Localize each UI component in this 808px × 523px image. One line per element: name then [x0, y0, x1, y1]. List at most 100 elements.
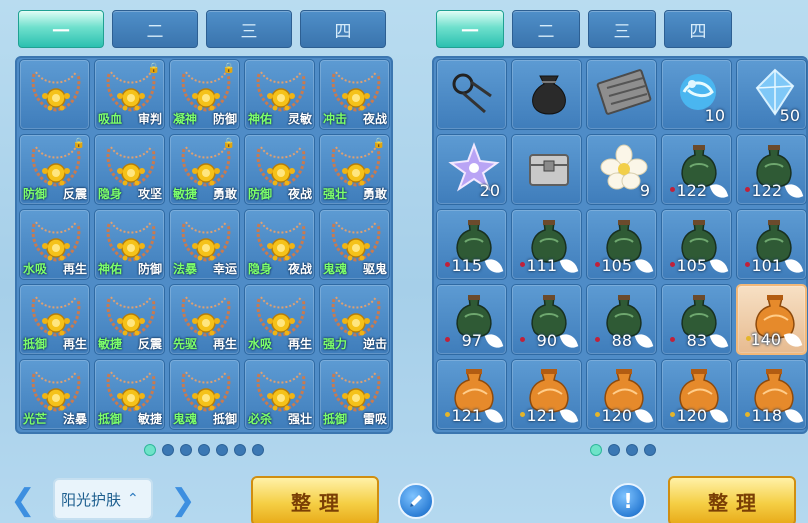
pencil-icon[interactable] [398, 483, 434, 519]
equipment-attr-primary: 强力 [323, 337, 348, 351]
item-quantity: 50 [779, 106, 800, 125]
equipment-slot[interactable]: 隐身 夜战 [244, 209, 315, 280]
right-page-dot[interactable] [608, 444, 620, 456]
equipment-slot[interactable]: 鬼魂 驱鬼 [319, 209, 390, 280]
sort-button-right[interactable]: 整理 [668, 476, 796, 523]
equipment-attributes: 抵御 敏捷 [98, 412, 162, 426]
equipment-attr-secondary: 雷吸 [362, 412, 387, 426]
equipment-slot[interactable]: 先驱 再生 [169, 284, 240, 355]
necklace-icon [181, 296, 231, 337]
equipment-attr-secondary: 再生 [212, 337, 237, 351]
equipment-slot[interactable]: 🔒 吸血 审判 [94, 59, 165, 130]
left-page-dot[interactable] [180, 444, 192, 456]
item-slot[interactable]: 105 [586, 209, 657, 280]
equipment-slot[interactable]: 抵御 再生 [19, 284, 90, 355]
left-tab-1[interactable]: 一 [18, 10, 104, 48]
right-tab-2[interactable]: 二 [512, 10, 580, 48]
equipment-slot[interactable]: 🔒 敏捷 勇敢 [169, 134, 240, 205]
right-tab-1[interactable]: 一 [436, 10, 504, 48]
left-tab-3[interactable]: 三 [206, 10, 292, 48]
skin-next-arrow-icon[interactable]: ❯ [168, 484, 198, 518]
item-slot[interactable] [511, 134, 582, 205]
exclamation-icon[interactable]: ! [610, 483, 646, 519]
item-slot[interactable]: 97 [436, 284, 507, 355]
right-page-dot[interactable] [644, 444, 656, 456]
equipment-slot[interactable]: 水吸 再生 [19, 209, 90, 280]
item-slot[interactable]: 101 [736, 209, 807, 280]
equipment-slot[interactable]: 抵御 敏捷 [94, 359, 165, 430]
right-tab-3[interactable]: 三 [588, 10, 656, 48]
right-tab-bar: 一 二 三 四 [436, 10, 732, 48]
item-slot[interactable]: 50 [736, 59, 807, 130]
item-slot[interactable] [586, 59, 657, 130]
equipment-slot[interactable]: 🔒 防御 反震 [19, 134, 90, 205]
sort-button-left[interactable]: 整理 [251, 476, 379, 523]
equipment-attributes: 防御 反震 [23, 187, 87, 201]
equipment-slot[interactable]: 必杀 强壮 [244, 359, 315, 430]
equipment-attr-secondary: 夜战 [362, 112, 387, 126]
equipment-attributes: 隐身 攻坚 [98, 187, 162, 201]
item-slot[interactable]: 9 [586, 134, 657, 205]
left-tab-2[interactable]: 二 [112, 10, 198, 48]
item-quantity: 120 [601, 406, 632, 425]
equipment-attr-primary: 水吸 [23, 262, 48, 276]
left-page-dot[interactable] [234, 444, 246, 456]
item-slot[interactable]: 121 [436, 359, 507, 430]
left-page-dot[interactable] [162, 444, 174, 456]
left-page-dot[interactable] [198, 444, 210, 456]
lock-icon: 🔒 [372, 138, 385, 149]
item-slot[interactable]: 122 [736, 134, 807, 205]
item-slot[interactable]: 122 [661, 134, 732, 205]
right-tab-4[interactable]: 四 [664, 10, 732, 48]
right-page-dot[interactable] [590, 444, 602, 456]
item-slot[interactable]: 121 [511, 359, 582, 430]
equipment-slot[interactable]: 防御 夜战 [244, 134, 315, 205]
equipment-slot[interactable]: 强力 逆击 [319, 284, 390, 355]
equipment-attr-secondary: 抵御 [212, 412, 237, 426]
equipment-slot[interactable]: 🔒 凝神 防御 [169, 59, 240, 130]
equipment-slot[interactable]: 神佑 防御 [94, 209, 165, 280]
equipment-slot[interactable]: 🔒 强壮 勇敢 [319, 134, 390, 205]
equipment-slot[interactable]: 抵御 雷吸 [319, 359, 390, 430]
left-tab-4[interactable]: 四 [300, 10, 386, 48]
item-slot[interactable]: 10 [661, 59, 732, 130]
item-slot[interactable]: 20 [436, 134, 507, 205]
equipment-slot[interactable]: 敏捷 反震 [94, 284, 165, 355]
item-slot[interactable]: 88 [586, 284, 657, 355]
item-slot[interactable]: 140 [736, 284, 807, 355]
item-slot[interactable] [511, 59, 582, 130]
equipment-slot[interactable]: 冲击 夜战 [319, 59, 390, 130]
equipment-slot[interactable]: 光芒 法暴 [19, 359, 90, 430]
equipment-attributes: 冲击 夜战 [323, 112, 387, 126]
item-slot[interactable]: 90 [511, 284, 582, 355]
left-page-dot[interactable] [216, 444, 228, 456]
item-slot[interactable]: 111 [511, 209, 582, 280]
equipment-attr-primary: 神佑 [248, 112, 273, 126]
necklace-icon [256, 221, 306, 262]
item-slot[interactable]: 105 [661, 209, 732, 280]
skin-dropdown-label: 阳光护肤 [61, 490, 122, 509]
left-page-dot[interactable] [252, 444, 264, 456]
item-slot[interactable]: 118 [736, 359, 807, 430]
equipment-slot[interactable] [19, 59, 90, 130]
skin-prev-arrow-icon[interactable]: ❮ [8, 484, 38, 518]
item-slot[interactable]: 115 [436, 209, 507, 280]
equipment-attr-primary: 凝神 [173, 112, 198, 126]
right-page-dot[interactable] [626, 444, 638, 456]
left-page-dot[interactable] [144, 444, 156, 456]
equipment-attr-secondary: 审判 [137, 112, 162, 126]
item-slot[interactable] [436, 59, 507, 130]
equipment-attr-primary: 神佑 [98, 262, 123, 276]
item-slot[interactable]: 83 [661, 284, 732, 355]
equipment-slot[interactable]: 水吸 再生 [244, 284, 315, 355]
equipment-slot[interactable]: 法暴 幸运 [169, 209, 240, 280]
equipment-slot[interactable]: 鬼魂 抵御 [169, 359, 240, 430]
item-slot[interactable]: 120 [661, 359, 732, 430]
equipment-slot[interactable]: 神佑 灵敏 [244, 59, 315, 130]
equipment-attributes: 强力 逆击 [323, 337, 387, 351]
equipment-slot[interactable]: 隐身 攻坚 [94, 134, 165, 205]
skin-dropdown[interactable]: 阳光护肤 ⌃ [53, 478, 153, 520]
item-slot[interactable]: 120 [586, 359, 657, 430]
item-quantity: 121 [451, 406, 482, 425]
equipment-attr-secondary: 敏捷 [137, 412, 162, 426]
